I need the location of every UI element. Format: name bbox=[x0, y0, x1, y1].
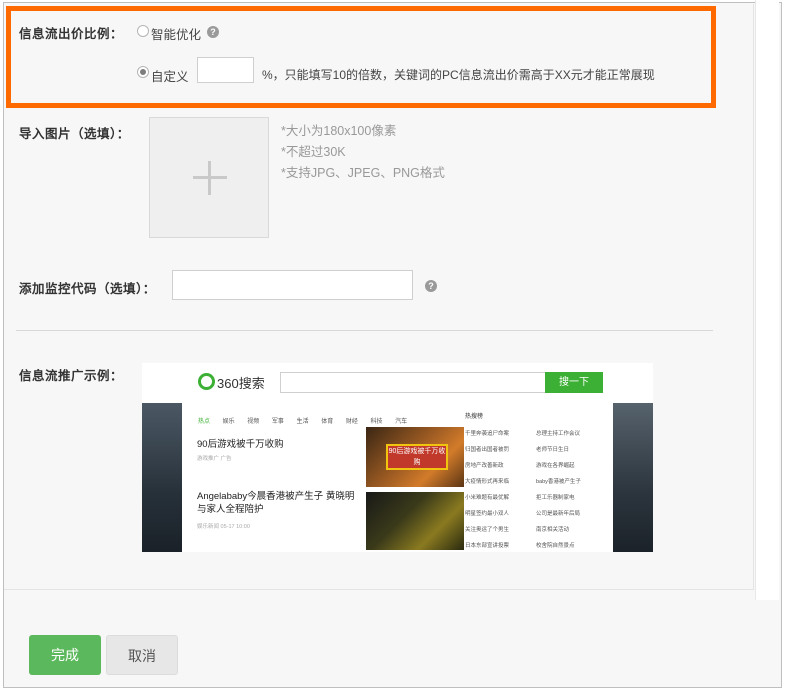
help-icon[interactable]: ? bbox=[207, 26, 219, 38]
preview-image-1: 90后游戏被千万收购 bbox=[366, 427, 464, 487]
preview-headline-2: Angelababy今晨香港被产生子 黄晓明与家人全程陪护 bbox=[197, 491, 355, 515]
example-preview: 360搜索 搜一下 热点 娱乐 视频 军事 生活 体育 财经 科技 汽车 90后… bbox=[142, 363, 653, 552]
preview-nav-tab: 娱乐 bbox=[222, 419, 235, 425]
preview-nav-tab: 军事 bbox=[271, 419, 284, 425]
monitor-code-input[interactable] bbox=[172, 270, 413, 300]
preview-hot-item: 总理主持工作会议 bbox=[536, 431, 581, 437]
right-strip bbox=[755, 0, 779, 600]
preview-image-2 bbox=[366, 492, 464, 550]
preview-hot-item: 南京相关活动 bbox=[536, 527, 570, 533]
preview-hot-item: 拒工乐器制家电 bbox=[536, 495, 575, 501]
preview-hot-item: 房地产改善新政 bbox=[465, 463, 504, 469]
upload-hint-size: *大小为180x100像素 bbox=[281, 124, 397, 138]
done-button[interactable]: 完成 bbox=[29, 635, 101, 675]
preview-hot-item: 明星签约最小双人 bbox=[465, 511, 510, 517]
preview-nav: 热点 娱乐 视频 军事 生活 体育 财经 科技 汽车 bbox=[198, 411, 416, 425]
preview-meta-2: 娱乐新闻 05-17 10:00 bbox=[197, 524, 250, 530]
custom-ratio-input[interactable] bbox=[197, 57, 254, 83]
preview-search-box bbox=[280, 372, 546, 393]
smart-optimize-label[interactable]: 智能优化 bbox=[151, 24, 201, 43]
preview-hot-item: 公司是最新年后局 bbox=[536, 511, 581, 517]
upload-hint-weight: *不超过30K bbox=[281, 145, 346, 159]
radio-custom[interactable] bbox=[137, 66, 149, 78]
cancel-button[interactable]: 取消 bbox=[106, 635, 178, 675]
preview-hot-item: 归国者出国者被罚 bbox=[465, 447, 510, 453]
plus-icon-vertical bbox=[208, 161, 211, 195]
preview-nav-tab: 体育 bbox=[321, 419, 334, 425]
ratio-note: %，只能填写10的倍数，关键词的PC信息流出价需高于XX元才能正常展现 bbox=[262, 68, 655, 82]
preview-logo-text: 360搜索 bbox=[217, 376, 265, 391]
preview-nav-tab: 生活 bbox=[296, 419, 309, 425]
section-divider bbox=[16, 330, 713, 331]
bid-ratio-label: 信息流出价比例： bbox=[19, 27, 124, 41]
radio-smart-optimize[interactable] bbox=[137, 25, 149, 37]
image-upload-label: 导入图片（选填）： bbox=[19, 127, 130, 141]
example-label: 信息流推广示例： bbox=[19, 369, 124, 383]
preview-hot-item: baby香港被产生子 bbox=[536, 479, 581, 485]
preview-headline-1: 90后游戏被千万收购 bbox=[197, 439, 284, 450]
preview-nav-tab: 视频 bbox=[247, 419, 260, 425]
preview-image-badge: 90后游戏被千万收购 bbox=[386, 444, 448, 470]
image-upload-box[interactable] bbox=[149, 117, 269, 238]
preview-hot-title: 热搜榜 bbox=[465, 414, 484, 420]
preview-hot-item: 游戏在各界崛起 bbox=[536, 463, 575, 469]
preview-nav-tab: 财经 bbox=[345, 419, 358, 425]
upload-hint-format: *支持JPG、JPEG、PNG格式 bbox=[281, 166, 445, 180]
logo-icon bbox=[198, 373, 215, 390]
highlight-box bbox=[6, 6, 716, 108]
preview-nav-tab: 汽车 bbox=[395, 419, 408, 425]
preview-hot-item: 老师节日生日 bbox=[536, 447, 570, 453]
preview-hot-item: 校舍院自然景点 bbox=[536, 543, 575, 549]
preview-hot-item: 小米难题有最优解 bbox=[465, 495, 510, 501]
preview-hot-item: 日本东部宣讲投票 bbox=[465, 543, 510, 549]
preview-search-button: 搜一下 bbox=[545, 372, 603, 393]
preview-left-banner bbox=[142, 403, 182, 552]
monitor-code-label: 添加监控代码（选填）： bbox=[19, 282, 156, 296]
preview-meta-1: 游戏推广 广告 bbox=[197, 456, 232, 462]
custom-label[interactable]: 自定义 bbox=[151, 66, 189, 85]
preview-right-banner bbox=[613, 403, 653, 552]
preview-hot-item: 关注奥运了个男生 bbox=[465, 527, 510, 533]
preview-hot-item: 大疫情形式再来临 bbox=[465, 479, 510, 485]
monitor-help-icon[interactable]: ? bbox=[425, 280, 437, 292]
preview-hot-item: 千里奔袭追尸命案 bbox=[465, 431, 510, 437]
preview-nav-tab: 科技 bbox=[370, 419, 383, 425]
preview-nav-tab: 热点 bbox=[198, 419, 211, 425]
